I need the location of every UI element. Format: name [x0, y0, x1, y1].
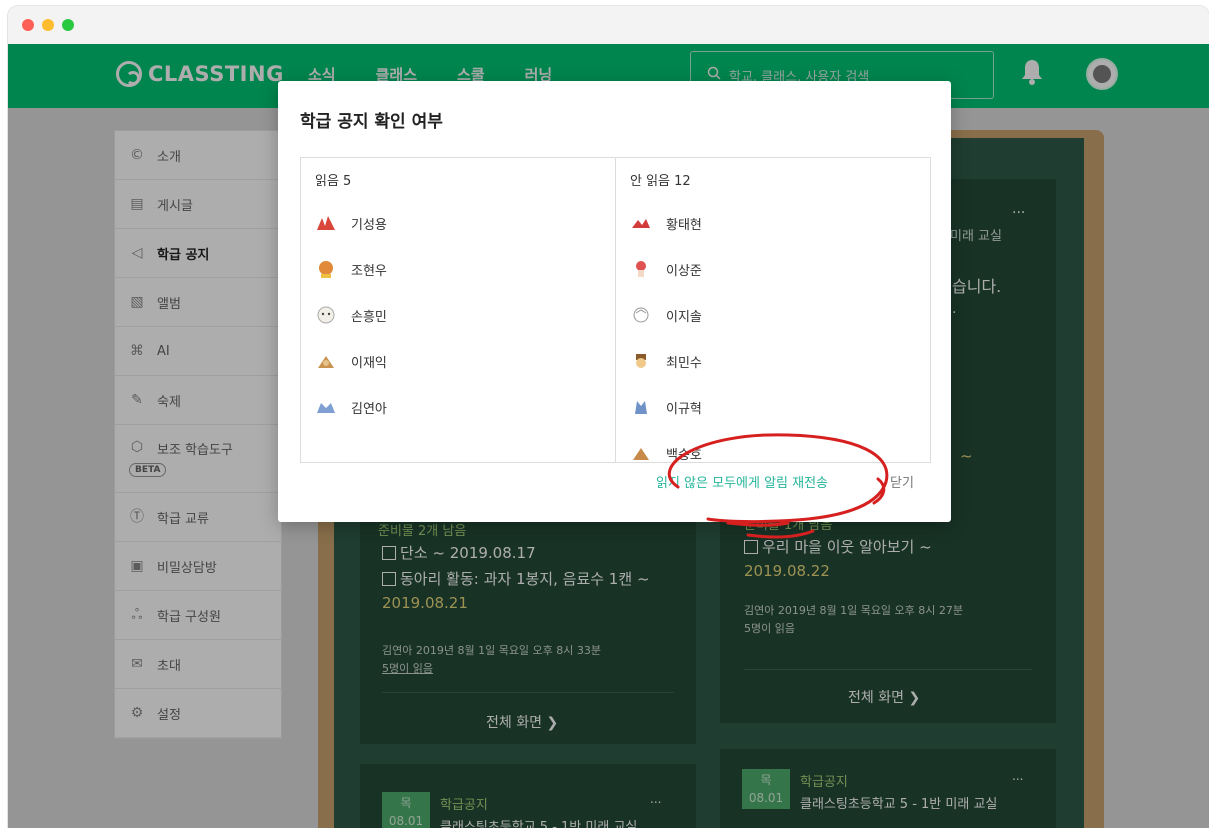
student-avatar-icon	[315, 212, 337, 234]
student-avatar-icon	[315, 258, 337, 280]
read-panel: 읽음 5 기성용 조현우 손흥민 이재익 김연아	[300, 157, 616, 463]
maximize-window-button[interactable]	[62, 19, 74, 31]
student-avatar-icon	[630, 396, 652, 418]
list-item: 황태현	[630, 212, 702, 234]
list-item: 이규혁	[630, 396, 702, 418]
close-button[interactable]: 닫기	[890, 472, 914, 491]
read-status-modal: 학급 공지 확인 여부 읽음 5 기성용 조현우 손흥민 이재익 김연아 안 읽…	[278, 81, 951, 522]
student-avatar-icon	[630, 212, 652, 234]
student-name: 손흥민	[351, 309, 387, 325]
student-avatar-icon	[630, 350, 652, 372]
browser-window: CLASSTING 소식 클래스 스쿨 러닝 학교, 클래스, 사용자 검색 ©…	[8, 6, 1209, 828]
student-name: 최민수	[666, 355, 702, 371]
list-item: 김연아	[315, 396, 387, 418]
list-item: 백승호	[630, 442, 702, 463]
modal-title: 학급 공지 확인 여부	[300, 112, 443, 132]
list-item: 이재익	[315, 350, 387, 372]
list-item: 이상준	[630, 258, 702, 280]
student-name: 이규혁	[666, 401, 702, 417]
minimize-window-button[interactable]	[42, 19, 54, 31]
student-name: 김연아	[351, 401, 387, 417]
resend-notification-button[interactable]: 읽지 않은 모두에게 알림 재전송	[656, 472, 828, 491]
student-name: 황태현	[666, 217, 702, 233]
student-name: 이상준	[666, 263, 702, 279]
title-bar	[8, 6, 1209, 44]
list-item: 손흥민	[315, 304, 387, 326]
student-avatar-icon	[630, 442, 652, 462]
list-item: 기성용	[315, 212, 387, 234]
student-avatar-icon	[315, 396, 337, 418]
read-header: 읽음 5	[315, 174, 352, 189]
close-window-button[interactable]	[22, 19, 34, 31]
list-item: 최민수	[630, 350, 702, 372]
student-name: 조현우	[351, 263, 387, 279]
page-viewport: CLASSTING 소식 클래스 스쿨 러닝 학교, 클래스, 사용자 검색 ©…	[8, 44, 1209, 828]
unread-header: 안 읽음 12	[630, 174, 691, 189]
student-avatar-icon	[315, 350, 337, 372]
student-name: 백승호	[666, 447, 702, 463]
student-name: 기성용	[351, 217, 387, 233]
student-avatar-icon	[630, 304, 652, 326]
student-avatar-icon	[315, 304, 337, 326]
list-item: 이지솔	[630, 304, 702, 326]
list-item: 조현우	[315, 258, 387, 280]
unread-panel: 안 읽음 12 황태현 이상준 이지솔 최민수 이규혁 백승호	[615, 157, 931, 463]
student-avatar-icon	[630, 258, 652, 280]
student-name: 이지솔	[666, 309, 702, 325]
student-name: 이재익	[351, 355, 387, 371]
